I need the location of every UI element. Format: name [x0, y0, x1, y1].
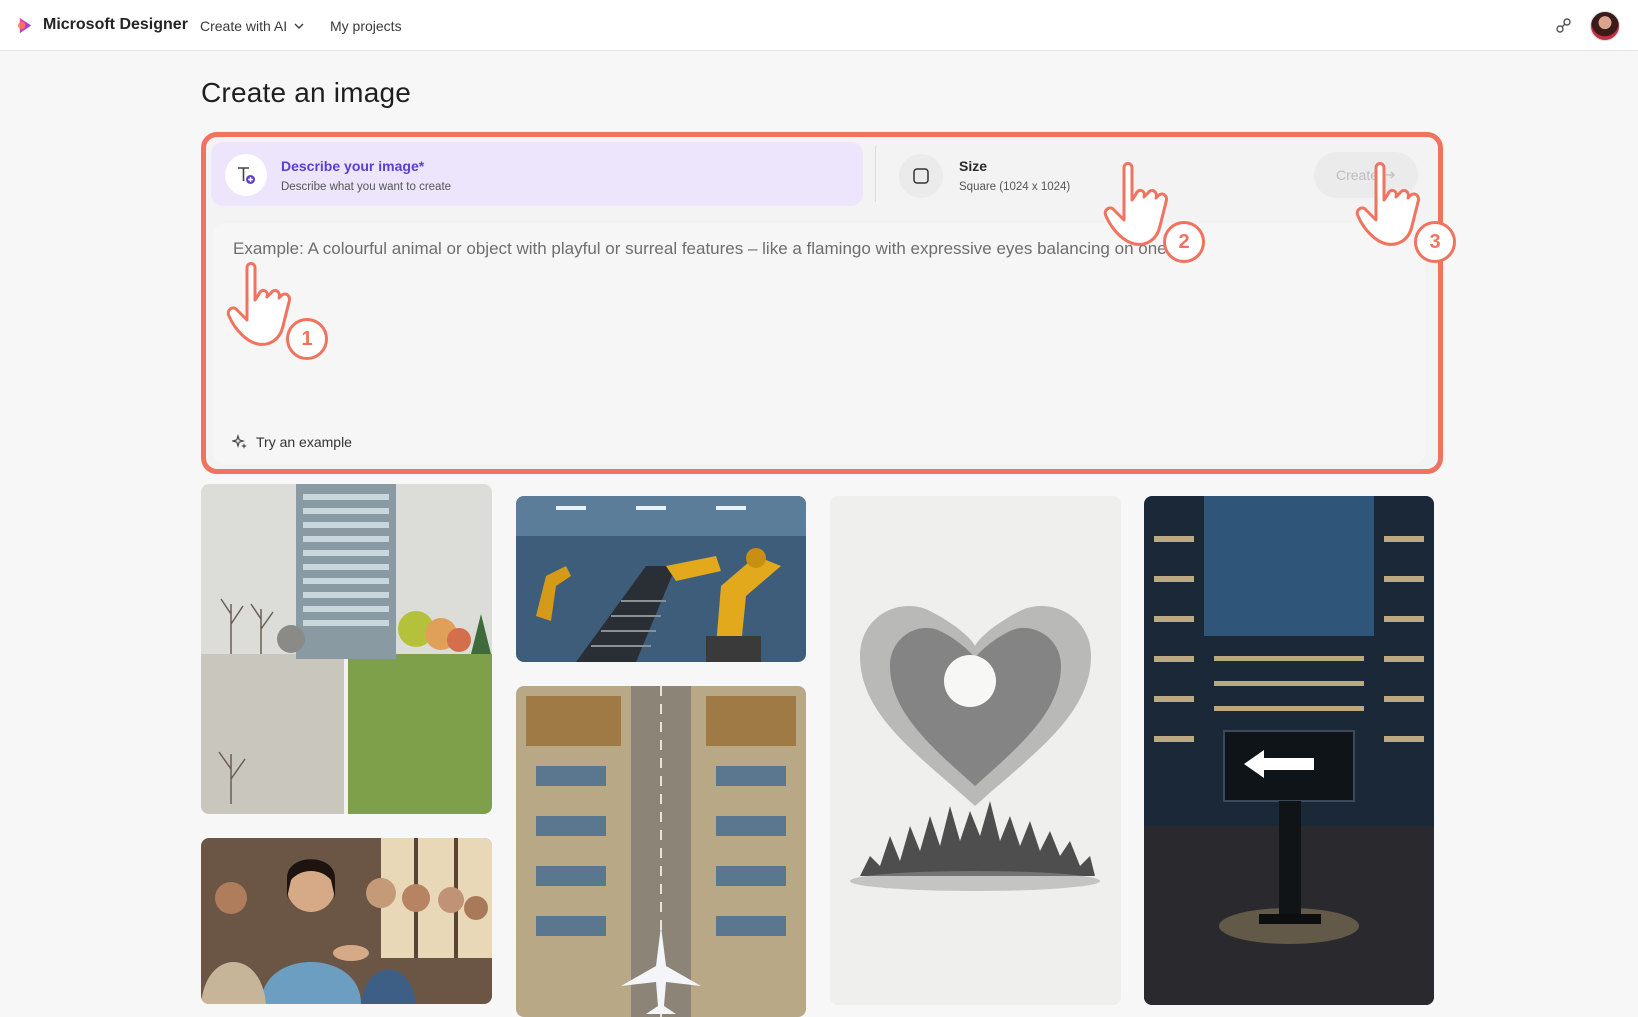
square-icon	[913, 168, 929, 184]
describe-icon-wrap	[225, 154, 267, 196]
try-example-button[interactable]: Try an example	[232, 434, 352, 450]
panel-divider	[875, 146, 876, 202]
page-title: Create an image	[201, 77, 412, 108]
annotation-badge-3: 3	[1414, 221, 1456, 263]
describe-tab[interactable]	[211, 142, 863, 206]
annotation-badge-1: 1	[286, 318, 328, 360]
top-bar: Microsoft Designer Create with AI My pro…	[0, 0, 1638, 51]
text-add-icon	[238, 167, 255, 184]
nav-create-with-ai[interactable]: Create with AI	[200, 18, 305, 34]
gallery-image-audience-clapping[interactable]	[201, 838, 492, 1004]
create-button[interactable]: Create	[1314, 152, 1418, 198]
share-icon[interactable]	[1554, 16, 1574, 36]
arrow-right-icon	[1386, 171, 1396, 179]
size-title: Size	[959, 158, 988, 174]
gallery-image-building-landscape[interactable]	[201, 484, 492, 814]
gallery-image-night-building-sign[interactable]	[1144, 496, 1434, 1005]
describe-title: Describe your image*	[281, 158, 425, 174]
chevron-down-icon	[294, 23, 304, 30]
gallery-image-flock-heart-city[interactable]	[830, 496, 1121, 1005]
gallery-image-robotic-arms[interactable]	[516, 496, 806, 662]
size-value: Square (1024 x 1024)	[959, 181, 1071, 193]
brand-name[interactable]: Microsoft Designer	[43, 16, 188, 34]
try-example-label: Try an example	[256, 434, 352, 450]
create-button-label: Create	[1335, 167, 1379, 183]
sparkle-icon	[232, 434, 247, 449]
gallery-image-aerial-airport[interactable]	[516, 686, 806, 1017]
nav-my-projects[interactable]: My projects	[330, 18, 402, 34]
annotation-badge-2: 2	[1163, 221, 1205, 263]
avatar[interactable]	[1590, 11, 1620, 41]
size-selector[interactable]	[899, 154, 943, 198]
describe-subtitle: Describe what you want to create	[281, 181, 452, 193]
prompt-input[interactable]	[213, 223, 1425, 464]
designer-logo-icon[interactable]	[16, 16, 35, 35]
nav-create-with-ai-label: Create with AI	[200, 18, 288, 34]
